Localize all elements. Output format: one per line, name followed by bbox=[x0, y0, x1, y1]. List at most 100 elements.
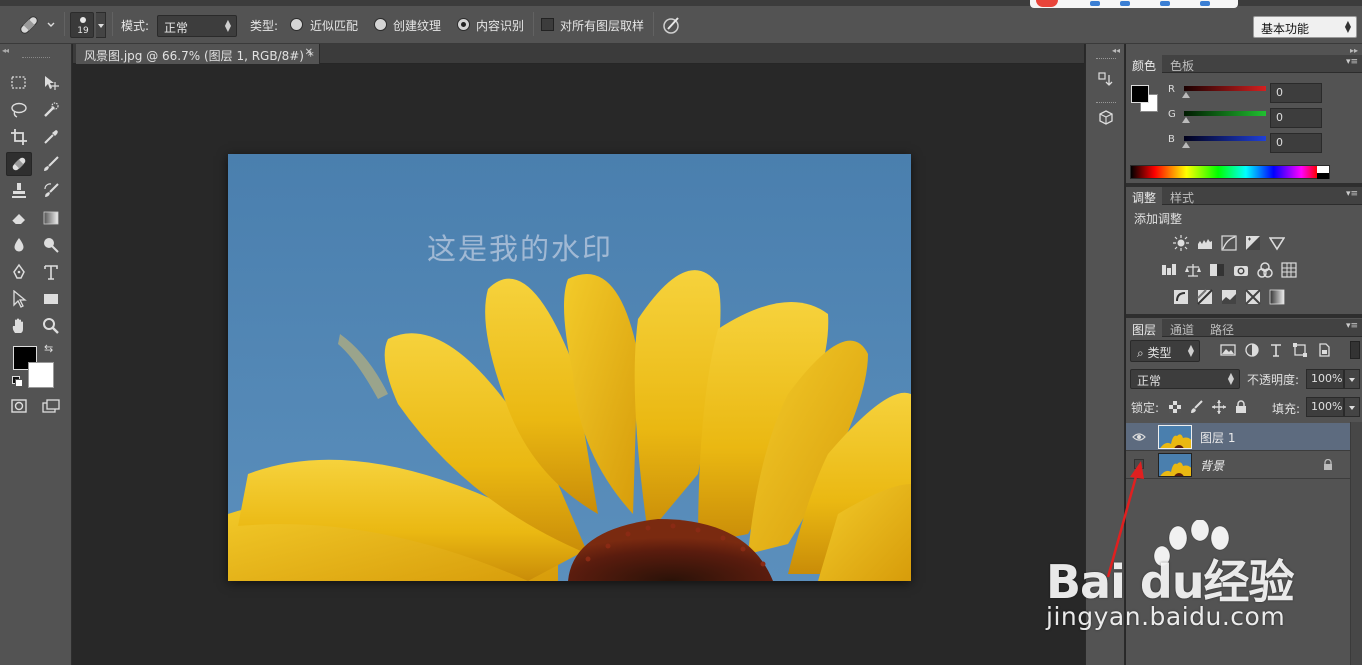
color-balance-icon[interactable] bbox=[1184, 261, 1202, 279]
opacity-field[interactable]: 100% bbox=[1306, 369, 1344, 389]
gradient-tool[interactable] bbox=[38, 206, 64, 230]
filter-toggle[interactable] bbox=[1350, 341, 1360, 359]
thumb-r[interactable] bbox=[1182, 92, 1190, 98]
levels-icon[interactable] bbox=[1196, 234, 1214, 252]
brush-size-picker[interactable]: 19 bbox=[70, 12, 94, 38]
close-tab-icon[interactable]: ✕ bbox=[305, 47, 313, 58]
sample-all-layers-checkbox[interactable] bbox=[541, 18, 554, 31]
photo-filter-icon[interactable] bbox=[1232, 261, 1250, 279]
radio-proximity-match[interactable] bbox=[290, 18, 303, 31]
tab-layers[interactable]: 图层 bbox=[1126, 319, 1163, 337]
panel-grip[interactable] bbox=[1096, 102, 1116, 105]
pen-tool[interactable] bbox=[6, 260, 32, 284]
value-r[interactable]: 0 bbox=[1270, 83, 1322, 103]
quick-mask-button[interactable] bbox=[6, 394, 32, 418]
tab-styles[interactable]: 样式 bbox=[1164, 187, 1200, 205]
color-spectrum-bar[interactable] bbox=[1130, 165, 1330, 179]
eyedropper-tool[interactable] bbox=[38, 125, 64, 149]
layer-filter-select[interactable]: ⌕ 类型 ▲ ▼ bbox=[1130, 340, 1200, 362]
clone-stamp-tool[interactable] bbox=[6, 179, 32, 203]
panel-grip[interactable] bbox=[22, 57, 50, 59]
opacity-dropdown[interactable] bbox=[1344, 369, 1360, 389]
value-g[interactable]: 0 bbox=[1270, 108, 1322, 128]
rectangle-tool[interactable] bbox=[38, 287, 64, 311]
document-tab[interactable]: 风景图.jpg @ 66.7% (图层 1, RGB/8#) * ✕ bbox=[76, 44, 320, 64]
color-panel-foreground-swatch[interactable] bbox=[1131, 85, 1149, 103]
lock-position-icon[interactable] bbox=[1212, 400, 1226, 414]
adjustment-filter-icon[interactable] bbox=[1244, 342, 1260, 358]
curves-icon[interactable] bbox=[1220, 234, 1238, 252]
blend-mode-select[interactable]: 正常 ▲ ▼ bbox=[1130, 369, 1240, 389]
fill-dropdown[interactable] bbox=[1344, 397, 1360, 417]
collapse-icon[interactable]: ◂◂ bbox=[1112, 46, 1120, 55]
selective-color-icon[interactable] bbox=[1244, 288, 1262, 306]
track-r[interactable] bbox=[1184, 86, 1266, 91]
move-tool[interactable] bbox=[38, 71, 64, 95]
default-colors-icon[interactable] bbox=[12, 376, 23, 387]
lasso-tool[interactable] bbox=[6, 98, 32, 122]
background-color-swatch[interactable] bbox=[28, 362, 54, 388]
tab-channels[interactable]: 通道 bbox=[1164, 319, 1200, 337]
spot-healing-brush-tool[interactable] bbox=[6, 152, 32, 176]
workspace-select[interactable]: 基本功能 ▲ ▼ bbox=[1253, 16, 1357, 38]
radio-content-aware[interactable] bbox=[457, 18, 470, 31]
canvas-area[interactable]: 这是我的水印 bbox=[73, 65, 1084, 665]
panel-menu-icon[interactable]: ▾≡ bbox=[1346, 57, 1358, 67]
pressure-size-button[interactable] bbox=[662, 15, 682, 35]
screen-mode-button[interactable] bbox=[38, 394, 64, 418]
gradient-map-icon[interactable] bbox=[1268, 288, 1286, 306]
tab-swatches[interactable]: 色板 bbox=[1164, 55, 1200, 73]
black-white-icon[interactable] bbox=[1208, 261, 1226, 279]
type-filter-icon[interactable] bbox=[1268, 342, 1284, 358]
eraser-tool[interactable] bbox=[6, 206, 32, 230]
history-brush-tool[interactable] bbox=[38, 179, 64, 203]
layer-name[interactable]: 图层 1 bbox=[1200, 429, 1235, 446]
tab-paths[interactable]: 路径 bbox=[1204, 319, 1240, 337]
history-panel-button[interactable] bbox=[1094, 68, 1118, 92]
blur-tool[interactable] bbox=[6, 233, 32, 257]
lock-transparency-icon[interactable] bbox=[1168, 400, 1182, 414]
channel-mixer-icon[interactable] bbox=[1256, 261, 1274, 279]
vibrance-icon[interactable] bbox=[1268, 234, 1286, 252]
tab-color[interactable]: 颜色 bbox=[1126, 55, 1163, 73]
hand-tool[interactable] bbox=[6, 314, 32, 338]
hue-saturation-icon[interactable] bbox=[1160, 261, 1178, 279]
quick-selection-tool[interactable] bbox=[38, 98, 64, 122]
brush-tool[interactable] bbox=[38, 152, 64, 176]
color-lookup-icon[interactable] bbox=[1280, 261, 1298, 279]
collapse-icon[interactable]: ◂◂ bbox=[2, 46, 9, 55]
panel-grip[interactable] bbox=[1096, 58, 1116, 61]
image-filter-icon[interactable] bbox=[1220, 342, 1236, 358]
lock-all-icon[interactable] bbox=[1234, 400, 1248, 414]
dodge-tool[interactable] bbox=[38, 233, 64, 257]
crop-tool[interactable] bbox=[6, 125, 32, 149]
thumb-b[interactable] bbox=[1182, 142, 1190, 148]
track-b[interactable] bbox=[1184, 136, 1266, 141]
thumb-g[interactable] bbox=[1182, 117, 1190, 123]
tab-adjustments[interactable]: 调整 bbox=[1126, 187, 1163, 205]
panel-menu-icon[interactable]: ▾≡ bbox=[1346, 189, 1358, 199]
track-g[interactable] bbox=[1184, 111, 1266, 116]
fill-field[interactable]: 100% bbox=[1306, 397, 1344, 417]
shape-filter-icon[interactable] bbox=[1292, 342, 1308, 358]
brush-picker-dropdown[interactable] bbox=[96, 12, 106, 38]
smart-object-filter-icon[interactable] bbox=[1316, 342, 1332, 358]
tool-preset-picker[interactable] bbox=[16, 14, 60, 36]
collapse-icon[interactable]: ▸▸ bbox=[1350, 46, 1358, 55]
zoom-tool[interactable] bbox=[38, 314, 64, 338]
type-tool[interactable] bbox=[38, 260, 64, 284]
layer-name[interactable]: 背景 bbox=[1200, 457, 1224, 474]
swap-colors-icon[interactable]: ⇆ bbox=[44, 342, 53, 355]
posterize-icon[interactable] bbox=[1196, 288, 1214, 306]
lock-pixels-icon[interactable] bbox=[1190, 400, 1204, 414]
exposure-icon[interactable] bbox=[1244, 234, 1262, 252]
value-b[interactable]: 0 bbox=[1270, 133, 1322, 153]
marquee-tool[interactable] bbox=[6, 71, 32, 95]
layer-row-layer1[interactable]: 图层 1 bbox=[1126, 423, 1350, 451]
panel-menu-icon[interactable]: ▾≡ bbox=[1346, 321, 1358, 331]
invert-icon[interactable] bbox=[1172, 288, 1190, 306]
properties-panel-button[interactable] bbox=[1094, 106, 1118, 130]
brightness-contrast-icon[interactable] bbox=[1172, 234, 1190, 252]
mode-select[interactable]: 正常 ▲ ▼ bbox=[157, 15, 237, 37]
eye-icon[interactable] bbox=[1132, 430, 1146, 444]
